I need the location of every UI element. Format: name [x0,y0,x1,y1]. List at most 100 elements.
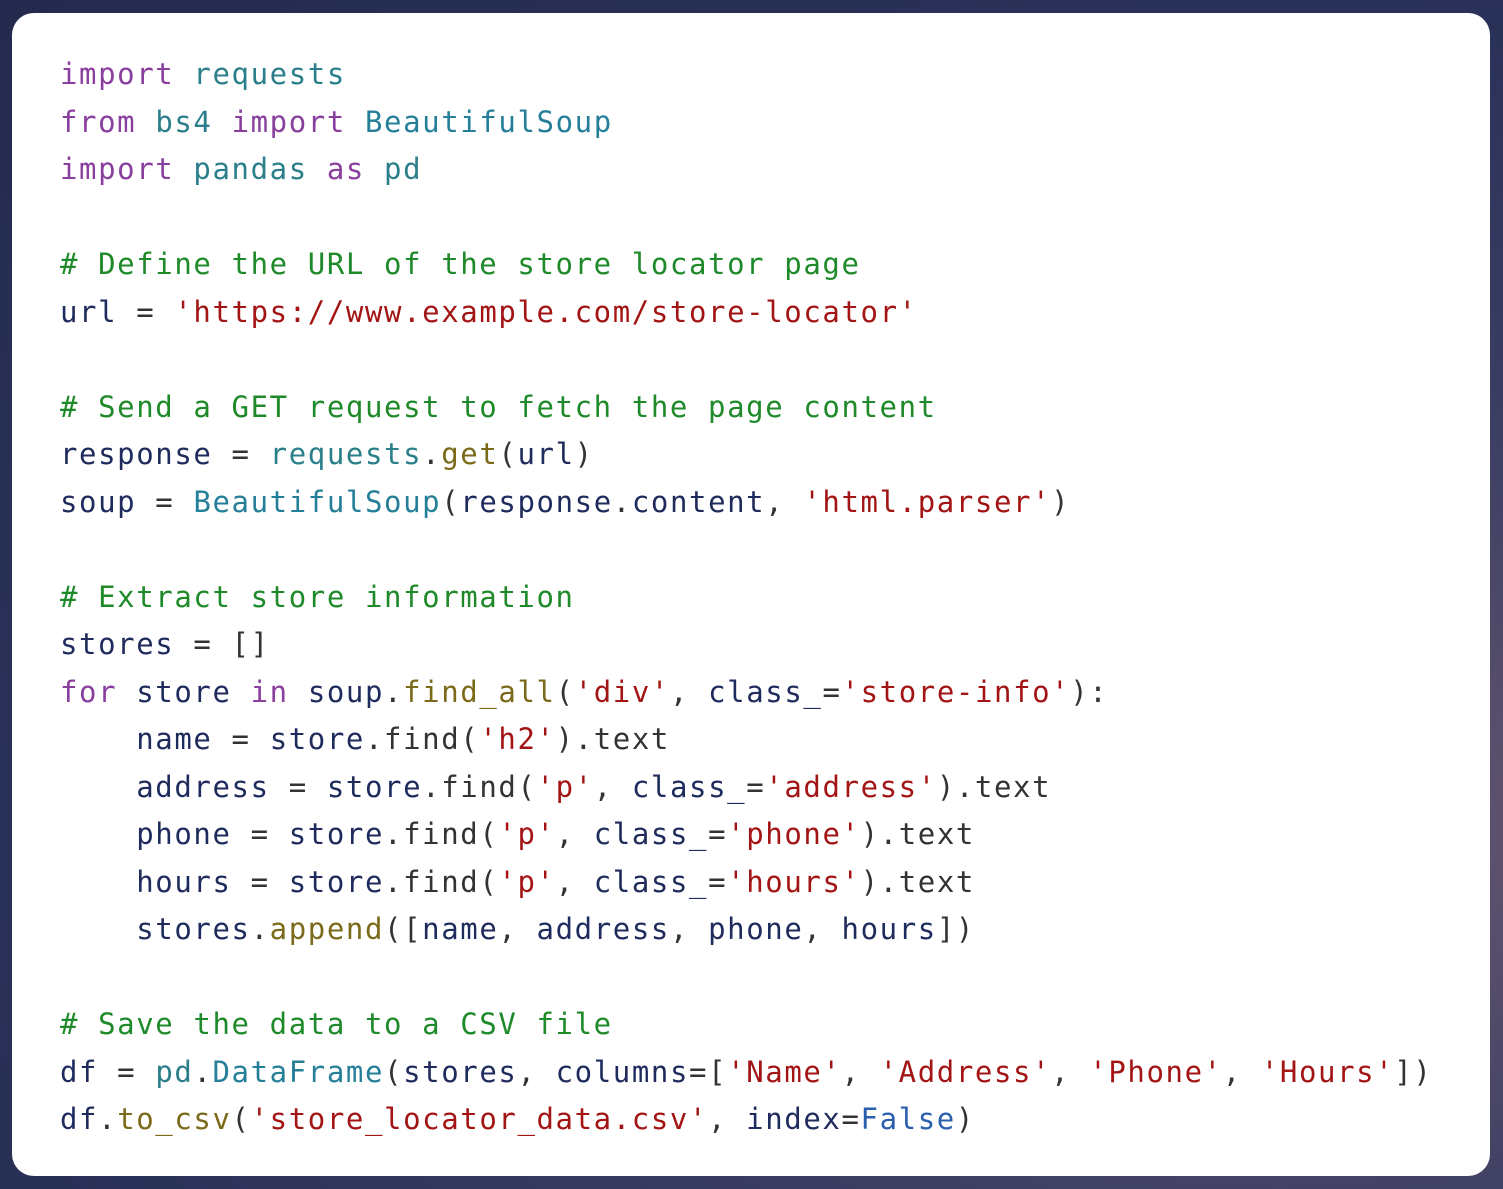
code-token-cls: BeautifulSoup [364,104,613,139]
code-token-kw: in [250,674,289,709]
code-token-op: . [422,437,442,471]
code-token-var: phone [136,817,232,851]
code-token-var: response [60,437,213,471]
code-token-op: = [231,864,289,899]
code-token-op: , [669,912,709,946]
code-token-var: class_ [708,674,823,709]
code-token-fn: append [269,912,385,946]
code-token-str: 'https://www.example.com/store-locator' [174,294,918,329]
code-token-str: 'store_locator_data.csv' [250,1102,709,1136]
code-token-op [60,817,136,851]
code-line: stores.append([name, address, phone, hou… [60,906,1432,954]
code-token-str: 'h2' [479,722,556,756]
code-token-var: address [536,912,670,946]
code-token-var: content [631,484,766,519]
code-token-var: address [136,769,270,804]
code-token-mod: requests [193,57,346,91]
code-line: from bs4 import BeautifulSoup [60,99,1432,147]
code-token-kw: from [60,104,137,139]
code-token-op: = [708,864,728,899]
code-token-str: 'html.parser' [803,484,1052,519]
code-line: soup = BeautifulSoup(response.content, '… [60,479,1432,527]
code-token-op: . [250,912,270,946]
code-token-str: 'Phone' [1089,1054,1223,1089]
code-line: df = pd.DataFrame(stores, columns=['Name… [60,1049,1432,1097]
code-token-str: 'Address' [879,1054,1052,1089]
code-token-op: = [212,437,270,471]
code-token-mod: pd [155,1054,194,1089]
code-token-op: = [746,769,766,804]
code-token-op: .find( [365,722,480,756]
code-token-var: store [288,864,385,899]
code-token-var: store [326,769,423,804]
code-line: hours = store.find('p', class_='hours').… [60,859,1432,907]
code-token-str: 'p' [536,769,594,804]
code-line: # Save the data to a CSV file [60,1001,1432,1049]
code-line: # Define the URL of the store locator pa… [60,241,1432,289]
code-token-var: class_ [593,864,709,899]
code-token-op: = [269,769,327,804]
code-token-op: ( [498,437,518,471]
code-token-op: ( [231,1102,251,1136]
code-token-fn: get [441,437,499,471]
code-token-op [365,152,384,186]
code-token-var: class_ [593,817,709,851]
code-line: stores = [] [60,621,1432,669]
code-token-op [60,912,136,946]
code-token-op: = [117,294,175,329]
code-token-var: df [60,1054,99,1089]
code-token-op [174,152,193,186]
code-token-var: columns [555,1054,690,1089]
code-token-var: stores [403,1054,518,1089]
code-token-op [232,675,251,709]
code-token-var: store [269,722,365,756]
code-token-op: ).text [860,864,975,899]
code-token-op [174,57,193,91]
code-token-op: . [98,1102,118,1136]
code-token-op: = [841,1102,861,1136]
code-token-op: .find( [384,817,499,851]
code-token-bool: False [860,1102,956,1136]
code-token-op: ( [441,484,461,519]
code-token-op: ([ [384,912,423,946]
code-token-var: stores [136,912,251,946]
code-token-op: , [803,912,842,946]
code-line: # Extract store information [60,574,1432,622]
code-token-var: class_ [631,769,747,804]
code-line: df.to_csv('store_locator_data.csv', inde… [60,1096,1432,1144]
code-line: name = store.find('h2').text [60,716,1432,764]
code-token-str: 'phone' [727,817,861,851]
code-token-var: index [746,1102,842,1136]
code-token-op [136,105,155,139]
code-token-var: name [136,722,213,756]
code-token-op: = [212,722,270,756]
code-token-op: . [193,1054,213,1089]
code-token-op: = [] [174,627,270,661]
code-line: response = requests.get(url) [60,431,1432,479]
code-token-op: = [98,1054,156,1089]
code-token-op: = [231,817,289,851]
code-token-op: ( [384,1054,404,1089]
code-token-op: ( [555,674,575,709]
code-token-op: . [612,484,632,519]
code-token-str: 'div' [574,674,670,709]
code-token-kw: import [60,152,175,186]
code-token-op: ) [1051,484,1071,519]
code-snippet-card: import requests from bs4 import Beautiful… [12,13,1490,1176]
code-token-op: , [841,1054,880,1089]
code-token-op: ) [574,437,594,471]
code-token-op: ) [955,1102,975,1136]
code-token-op [60,770,136,804]
code-token-op: =[ [689,1054,728,1089]
code-token-op: = [708,817,728,851]
code-token-str: 'p' [498,864,556,899]
code-token-op: ).text [860,817,975,851]
code-token-op: , [708,1102,747,1136]
code-token-op [117,675,136,709]
code-token-kw: for [60,674,118,709]
code-line: for store in soup.find_all('div', class_… [60,669,1432,717]
code-token-op [213,105,232,139]
code-token-op [289,675,308,709]
